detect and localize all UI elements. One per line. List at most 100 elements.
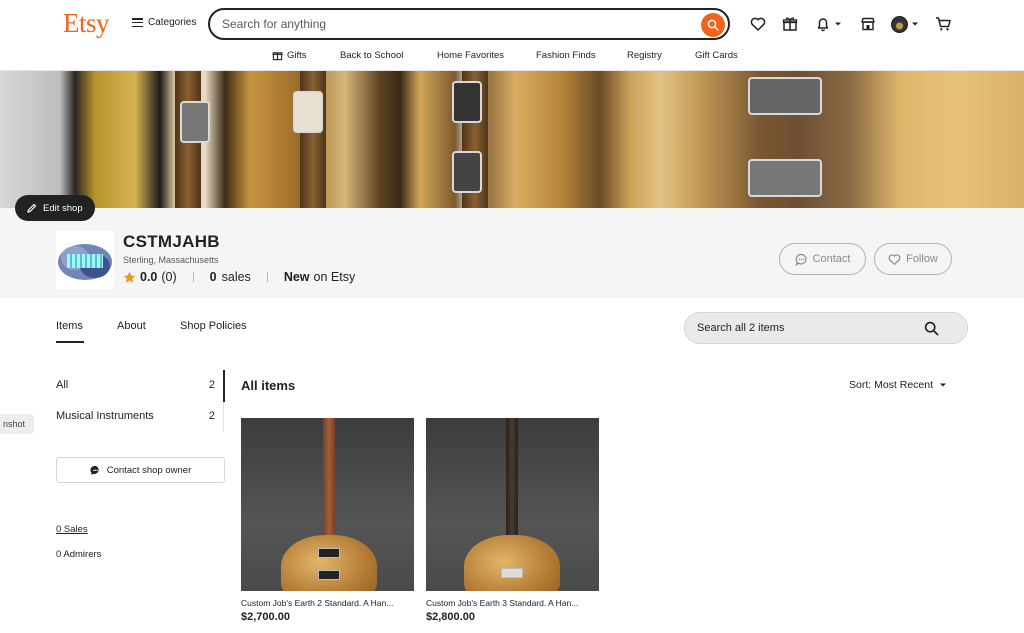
categories-label: Categories [148, 17, 197, 28]
gift-icon [272, 52, 283, 61]
nav-gifts[interactable]: Gifts [272, 50, 307, 61]
edit-shop-label: Edit shop [43, 202, 83, 214]
gift-mode-button[interactable] [782, 15, 798, 33]
sidebar-item-all[interactable]: All 2 [56, 379, 224, 391]
chat-bubble-icon [794, 253, 807, 266]
guitar-body [281, 535, 377, 591]
listing-title[interactable]: Custom Job's Earth 3 Standard. A Han... [426, 598, 599, 608]
nav-back-to-school[interactable]: Back to School [340, 50, 403, 61]
sort-label: Sort: Most Recent [849, 379, 934, 391]
shop-manager-button[interactable] [860, 15, 876, 33]
search-button[interactable] [701, 13, 725, 37]
chat-bubble-icon [90, 465, 99, 475]
search-input[interactable] [222, 16, 682, 32]
guitar-body [464, 535, 560, 591]
nav-gifts-label: Gifts [287, 50, 307, 61]
shop-search-input[interactable]: Search all 2 items [684, 312, 968, 344]
search-icon[interactable] [924, 321, 939, 336]
guitar-pickup [748, 77, 822, 115]
contact-shop-owner-button[interactable]: Contact shop owner [56, 457, 225, 483]
listing-card[interactable]: Custom Job's Earth 3 Standard. A Han... … [426, 418, 599, 623]
selected-category-indicator [223, 370, 225, 402]
shop-banner-image [0, 71, 1024, 208]
shop-sales-label: sales [221, 270, 251, 284]
screenshot-tab[interactable]: nshot [0, 414, 34, 434]
tab-items[interactable]: Items [56, 320, 83, 332]
guitar-pickup [452, 81, 482, 123]
admirers-count: 0 Admirers [56, 549, 102, 560]
section-heading: All items [241, 378, 296, 393]
shop-search-placeholder: Search all 2 items [697, 322, 785, 334]
account-menu-button[interactable] [891, 15, 919, 33]
avatar [891, 15, 908, 33]
shop-review-count[interactable]: (0) [161, 270, 176, 284]
guitar-pickup [501, 568, 523, 578]
listing-image[interactable] [426, 418, 599, 591]
cart-button[interactable] [935, 15, 952, 33]
shop-stats: 0.0 (0) 0 sales New on Etsy [123, 270, 355, 284]
listing-image[interactable] [241, 418, 414, 591]
listing-title[interactable]: Custom Job's Earth 2 Standard. A Han... [241, 598, 414, 608]
etsy-logo[interactable]: Etsy [63, 8, 110, 39]
follow-button[interactable]: Follow [874, 243, 952, 275]
cart-icon [936, 17, 951, 31]
chevron-down-icon [912, 22, 918, 26]
sidebar-item-musical-instruments[interactable]: Musical Instruments 2 [56, 410, 224, 422]
search-bar [208, 8, 730, 40]
bell-icon [817, 18, 829, 32]
nav-registry[interactable]: Registry [627, 50, 662, 61]
top-header: Etsy Categories [0, 0, 1024, 48]
contact-button[interactable]: Contact [779, 243, 866, 275]
category-nav: Gifts Back to School Home Favorites Fash… [0, 48, 1024, 70]
shop-on-etsy-label: on Etsy [313, 270, 356, 284]
shop-logo-image [58, 244, 112, 280]
listing-card[interactable]: Custom Job's Earth 2 Standard. A Han... … [241, 418, 414, 623]
shop-rating: 0.0 [140, 270, 158, 284]
shop-logo [56, 231, 114, 289]
shop-info-band [0, 208, 1024, 298]
heart-icon [750, 17, 766, 31]
chevron-down-icon [835, 22, 841, 26]
edit-shop-button[interactable]: Edit shop [15, 195, 95, 221]
categories-button[interactable]: Categories [132, 17, 196, 28]
guitar-pickup [452, 151, 482, 193]
follow-label: Follow [906, 253, 938, 265]
star-icon [123, 271, 136, 283]
nav-gift-cards[interactable]: Gift Cards [695, 50, 738, 61]
sidebar-item-count: 2 [208, 410, 215, 422]
guitar-pickup [748, 159, 822, 197]
guitar-neck [506, 418, 518, 546]
stats-divider [266, 272, 268, 282]
contact-label: Contact [812, 253, 851, 265]
stats-divider [192, 272, 194, 282]
sidebar-item-label: All [56, 379, 69, 391]
shop-new-badge: New [283, 270, 310, 284]
tab-shop-policies[interactable]: Shop Policies [180, 320, 247, 332]
pencil-icon [27, 203, 37, 213]
tab-about[interactable]: About [117, 320, 146, 332]
menu-icon [132, 18, 143, 27]
guitar-pickup [318, 570, 340, 580]
contact-shop-owner-label: Contact shop owner [106, 464, 192, 476]
sort-dropdown[interactable]: Sort: Most Recent [849, 379, 947, 391]
chevron-down-icon [940, 383, 947, 387]
heart-icon [888, 253, 901, 265]
sidebar-item-count: 2 [208, 379, 215, 391]
listing-price: $2,800.00 [426, 611, 475, 623]
nav-fashion-finds[interactable]: Fashion Finds [536, 50, 596, 61]
shop-name: CSTMJAHB [123, 232, 220, 251]
listing-price: $2,700.00 [241, 611, 290, 623]
nav-home-favorites[interactable]: Home Favorites [437, 50, 504, 61]
sales-link[interactable]: 0 Sales [56, 524, 88, 535]
guitar-neck [323, 418, 335, 546]
guitar-pickup [293, 91, 323, 133]
shop-location: Sterling, Massachusetts [123, 255, 219, 265]
search-icon [707, 19, 719, 31]
favorites-button[interactable] [750, 15, 766, 33]
notifications-button[interactable] [815, 15, 842, 33]
shop-sales-count: 0 [209, 270, 217, 284]
gift-icon [782, 17, 798, 31]
guitar-pickup [318, 548, 340, 558]
store-icon [861, 17, 875, 31]
guitar-pickup [180, 101, 210, 143]
